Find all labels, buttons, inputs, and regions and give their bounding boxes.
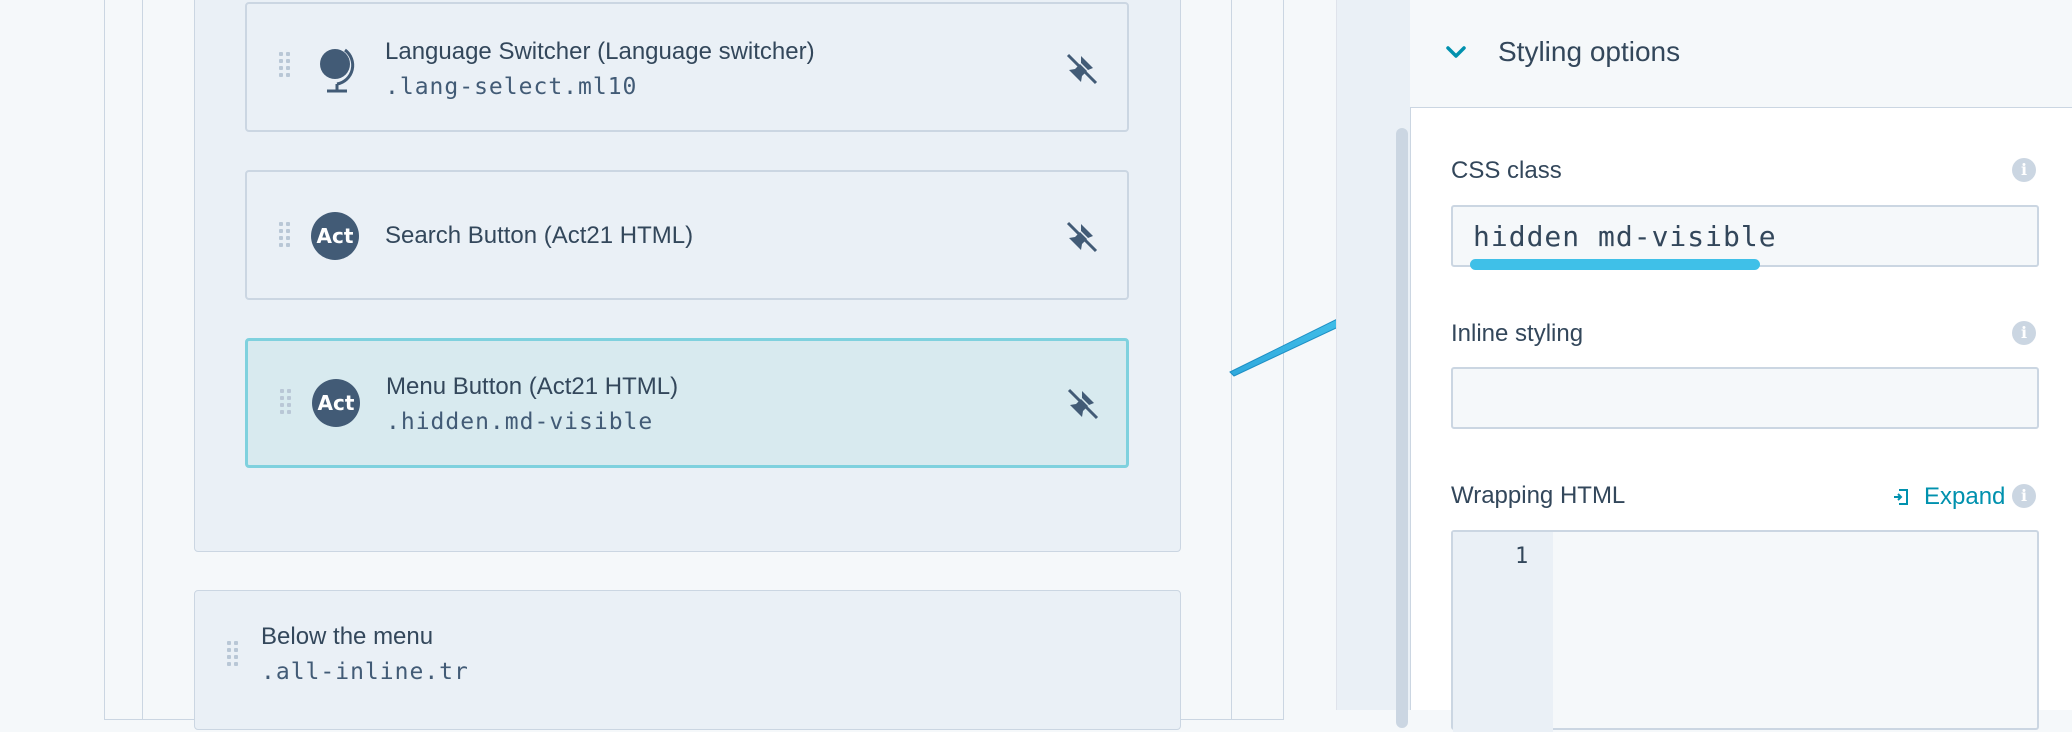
css-class-value: hidden md-visible: [1473, 220, 1777, 253]
inline-styling-label: Inline styling: [1451, 320, 1584, 347]
module-search-button[interactable]: Aсt Search Button (Act21 HTML): [245, 170, 1129, 300]
module-title: Language Switcher (Language switcher): [385, 38, 815, 65]
act21-icon: Aсt: [311, 212, 359, 260]
scrollbar[interactable]: [1396, 128, 1408, 728]
drag-handle[interactable]: [280, 389, 294, 421]
highlight-underline: [1470, 259, 1760, 270]
module-title: Menu Button (Act21 HTML): [386, 373, 679, 400]
chevron-down-icon[interactable]: [1442, 38, 1470, 66]
unpin-icon[interactable]: [1065, 220, 1101, 256]
code-gutter: [1453, 532, 1553, 732]
section-title: Styling options: [1498, 36, 1681, 67]
info-icon[interactable]: i: [2012, 484, 2036, 508]
css-class-label: CSS class: [1451, 157, 1562, 184]
drag-handle[interactable]: [279, 222, 293, 254]
module-css-class: .hidden.md-visible: [386, 409, 654, 435]
drag-handle[interactable]: [227, 641, 241, 673]
act21-icon: Aсt: [312, 379, 360, 427]
wrapping-html-label: Wrapping HTML: [1451, 482, 1626, 509]
expand-icon[interactable]: [1890, 486, 1912, 508]
module-title: Search Button (Act21 HTML): [385, 222, 694, 249]
group-css-class: .all-inline.tr: [261, 659, 469, 685]
line-number: 1: [1515, 544, 1529, 569]
module-css-class: .lang-select.ml10: [385, 74, 638, 100]
module-group-below-menu[interactable]: Below the menu .all-inline.tr: [194, 590, 1181, 730]
unpin-icon[interactable]: [1065, 52, 1101, 88]
info-icon[interactable]: i: [2012, 321, 2036, 345]
module-menu-button[interactable]: Aсt Menu Button (Act21 HTML) .hidden.md-…: [245, 338, 1129, 468]
globe-icon: [315, 44, 359, 94]
group-title: Below the menu: [261, 623, 434, 650]
drag-handle[interactable]: [279, 52, 293, 84]
expand-link[interactable]: Expand: [1924, 483, 2005, 511]
unpin-icon[interactable]: [1066, 387, 1102, 423]
info-icon[interactable]: i: [2012, 158, 2036, 182]
module-language-switcher[interactable]: Language Switcher (Language switcher) .l…: [245, 2, 1129, 132]
inline-styling-input[interactable]: [1451, 367, 2039, 429]
